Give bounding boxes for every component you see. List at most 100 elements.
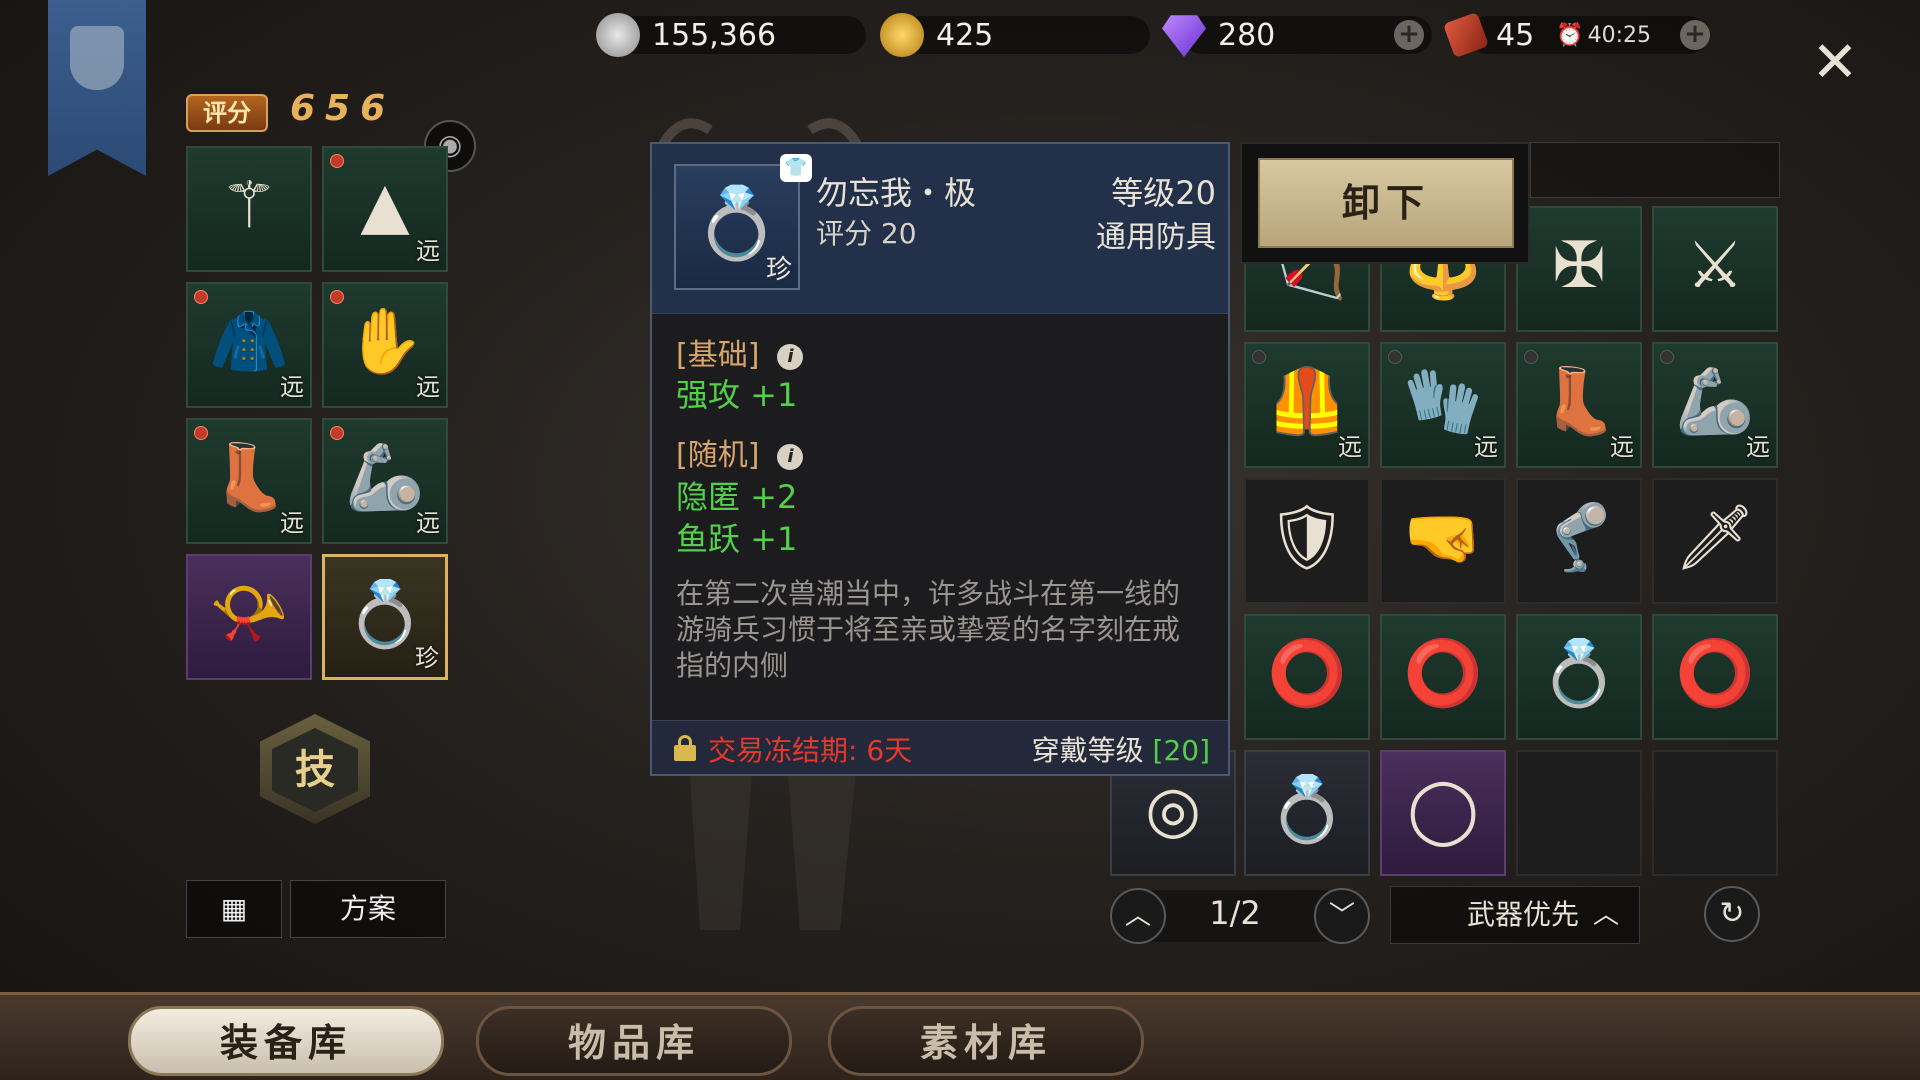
diamond-amount: 280 (1218, 17, 1276, 53)
amethyst-ring-icon: 💍 (1267, 773, 1347, 847)
equipped-shirt-icon: 👕 (780, 154, 812, 182)
silver-ring-icon: ⭕ (1403, 637, 1483, 711)
stamina-amount: 45 (1496, 17, 1535, 53)
diamond-currency: 280 (1162, 12, 1432, 58)
plate-vambrace-icon: 🗡 (1674, 501, 1756, 575)
slot-tag: 远 (1746, 433, 1770, 461)
inventory-slot[interactable]: 💍 (1516, 614, 1642, 740)
item-type: 通用防具 (1096, 220, 1216, 255)
inventory-slot[interactable]: 🤜 (1380, 478, 1506, 604)
close-button[interactable]: ✕ (1808, 35, 1862, 91)
silver-coin-icon (596, 13, 640, 57)
inventory-slot[interactable]: 🗡 (1652, 478, 1778, 604)
chevron-down-icon: ﹀ (1328, 901, 1355, 931)
equipped-slot[interactable]: ⚚ (186, 146, 312, 272)
inventory-slot[interactable]: ◯ (1380, 750, 1506, 876)
info-icon[interactable]: i (777, 443, 804, 470)
info-icon[interactable]: i (777, 343, 804, 370)
slot-tag: 远 (1338, 433, 1362, 461)
gold-currency: 425 (880, 12, 1150, 58)
plate-gauntlet-icon: 🤜 (1403, 501, 1483, 575)
inventory-slot[interactable]: 🦾 远 (1652, 342, 1778, 468)
slot-tag: 远 (280, 509, 304, 537)
random-section-label: [随机] (676, 438, 760, 473)
inventory-slot (1516, 750, 1642, 876)
trade-freeze-text: 交易冻结期: 6天 (708, 734, 913, 767)
equipped-slot[interactable]: ▲ 远 (322, 146, 448, 272)
plate-greaves-icon: 🦿 (1539, 501, 1619, 575)
tab-materials[interactable]: 素材库 (828, 1006, 1144, 1076)
basic-section-label: [基础] (676, 338, 760, 373)
equipped-slot[interactable]: ✋ 远 (322, 282, 448, 408)
equipped-slot[interactable]: 💍 珍 (322, 554, 448, 680)
silver-currency: 155,366 (596, 12, 866, 58)
horn-necklace-icon: 📯 (209, 577, 289, 651)
slot-tag: 珍 (415, 644, 439, 672)
tooltip-footer: 交易冻结期: 6天 穿戴等级 [20] (652, 720, 1228, 774)
refresh-icon: ↻ (1719, 896, 1745, 931)
chevron-up-icon: ︿ (1124, 901, 1151, 931)
add-diamond-button[interactable]: + (1394, 20, 1424, 50)
plan-button[interactable]: 方案 (290, 880, 446, 938)
gold-coin-icon (880, 13, 924, 57)
pearl-ring-icon: ◎ (1145, 773, 1201, 847)
rarity-tag: 珍 (765, 255, 792, 285)
slot-tag: 远 (1474, 433, 1498, 461)
staff-icon: ⚚ (220, 169, 278, 243)
page-up-button[interactable]: ︿ (1110, 888, 1166, 944)
equipped-slot[interactable]: 👢 远 (186, 418, 312, 544)
tab-equipment[interactable]: 装备库 (128, 1006, 444, 1076)
item-score: 评分 20 (816, 217, 917, 250)
inventory-slot[interactable]: 💍 (1244, 750, 1370, 876)
equipped-slot[interactable]: 🦾 远 (322, 418, 448, 544)
slot-tag: 远 (416, 509, 440, 537)
filter-strip (1530, 142, 1780, 198)
page-down-button[interactable]: ﹀ (1314, 888, 1370, 944)
random-section: [随机] i (676, 430, 804, 474)
sort-dropdown[interactable]: 武器优先 ︿ (1390, 886, 1640, 944)
alarm-clock-icon: ⏰ (1556, 22, 1584, 48)
refresh-button[interactable]: ↻ (1704, 886, 1760, 942)
stamina-currency: 45 ⏰ 40:25 (1442, 11, 1708, 59)
plate-armor-icon: 🛡 (1266, 501, 1348, 575)
slot-tag: 远 (416, 373, 440, 401)
inventory-slot[interactable]: 🦿 (1516, 478, 1642, 604)
inventory-slot[interactable]: 🦺 远 (1244, 342, 1370, 468)
jade-bangle-icon: ◯ (1407, 773, 1479, 847)
wear-level-value: [20] (1152, 734, 1210, 767)
silver-ring-icon: ⭕ (1267, 637, 1347, 711)
inventory-slot[interactable]: 🧤 远 (1380, 342, 1506, 468)
gold-amount: 425 (936, 17, 994, 53)
inventory-slot[interactable]: ⭕ (1652, 614, 1778, 740)
tab-items[interactable]: 物品库 (476, 1006, 792, 1076)
grid-icon: ▦ (220, 892, 248, 925)
basic-section: [基础] i (676, 330, 804, 374)
item-level: 等级20 (1111, 174, 1216, 212)
chevron-up-icon: ︿ (1592, 900, 1619, 930)
inventory-slot (1652, 750, 1778, 876)
inventory-slot[interactable]: ✠ (1516, 206, 1642, 332)
inventory-slot[interactable]: ⭕ (1380, 614, 1506, 740)
tooltip-item-slot: 💍 珍 (674, 164, 800, 290)
unequip-panel: 卸下 (1240, 142, 1530, 264)
add-stamina-button[interactable]: + (1680, 20, 1710, 50)
equipped-slot[interactable]: 📯 (186, 554, 312, 680)
shield-emblem-icon (70, 26, 124, 90)
grid-view-button[interactable]: ▦ (186, 880, 282, 938)
random-attribute: 隐匿 +2 (676, 478, 798, 516)
slot-tag: 远 (416, 237, 440, 265)
sort-label: 武器优先 (1467, 898, 1580, 931)
inventory-slot[interactable]: 🛡 (1244, 478, 1370, 604)
inventory-slot[interactable]: 👢 远 (1516, 342, 1642, 468)
item-description: 在第二次兽潮当中，许多战斗在第一线的游骑兵习惯于将至亲或挚爱的名字刻在戒指的内侧 (676, 577, 1181, 682)
inventory-slot[interactable]: ⭕ (1244, 614, 1370, 740)
stamina-timer: 40:25 (1587, 22, 1651, 48)
unequip-button[interactable]: 卸下 (1258, 158, 1514, 248)
guild-banner[interactable] (48, 0, 146, 176)
equipped-slot[interactable]: 🧥 远 (186, 282, 312, 408)
sapphire-ring-icon: 💍 (1539, 637, 1619, 711)
wear-level: 穿戴等级 [20] (1032, 729, 1210, 769)
basic-attribute: 强攻 +1 (676, 376, 798, 414)
random-attribute: 鱼跃 +1 (676, 520, 798, 558)
inventory-slot[interactable]: ⚔ (1652, 206, 1778, 332)
